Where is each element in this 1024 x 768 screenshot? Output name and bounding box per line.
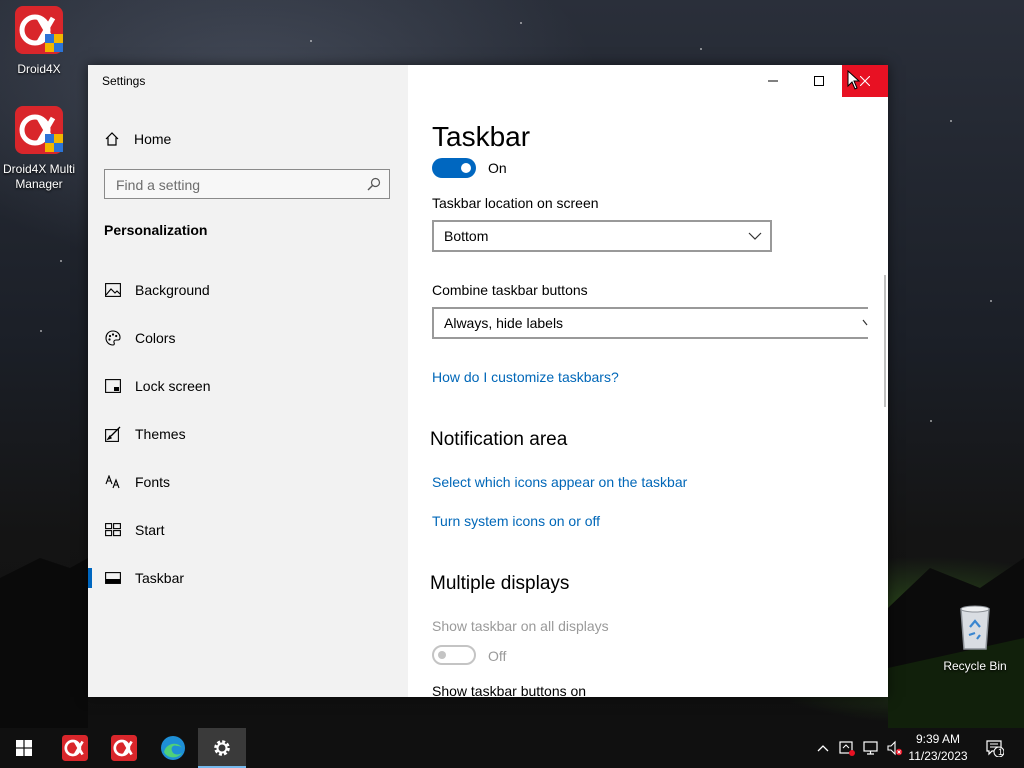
location-value: Bottom xyxy=(444,228,489,244)
taskbar-clock[interactable]: 9:39 AM 11/23/2023 xyxy=(902,731,974,765)
section-title-personalization: Personalization xyxy=(104,222,208,238)
start-icon xyxy=(16,740,32,756)
maximize-button[interactable] xyxy=(796,65,842,97)
taskbar-settings[interactable] xyxy=(198,728,246,768)
themes-brush-icon xyxy=(104,425,122,443)
sidebar-item-themes[interactable]: Themes xyxy=(88,418,408,450)
desktop-icon-label: Recycle Bin xyxy=(943,659,1007,673)
palette-icon xyxy=(104,329,122,347)
taskbar-icon xyxy=(104,569,122,587)
notification-count: 1 xyxy=(998,747,1004,757)
droid4x-icon xyxy=(62,735,88,761)
home-nav-item[interactable]: Home xyxy=(104,129,171,149)
sidebar-item-label: Colors xyxy=(135,330,176,346)
droid4x-multi-manager-icon xyxy=(15,106,63,154)
desktop-icon-label: Droid4X Multi Manager xyxy=(2,162,76,191)
chevron-down-icon xyxy=(862,319,868,326)
sidebar-item-label: Lock screen xyxy=(135,378,211,394)
desktop-icon-droid4x[interactable]: Droid4X xyxy=(1,6,77,77)
droid4x-multi-manager-icon xyxy=(111,735,137,761)
select-icons-link[interactable]: Select which icons appear on the taskbar xyxy=(432,474,687,490)
search-input[interactable]: Find a setting xyxy=(104,169,390,199)
network-button[interactable] xyxy=(860,728,882,768)
search-placeholder: Find a setting xyxy=(116,177,201,193)
desktop-icon-recycle-bin[interactable]: Recycle Bin xyxy=(937,603,1013,674)
sidebar-item-label: Themes xyxy=(135,426,186,442)
fonts-icon xyxy=(104,473,122,491)
tray-app-icon xyxy=(839,741,855,756)
home-icon xyxy=(105,132,119,146)
window-title: Settings xyxy=(102,74,146,88)
taskbar-edge[interactable] xyxy=(149,728,197,768)
settings-content: Taskbar On Taskbar location on screen Bo… xyxy=(408,65,888,697)
show-buttons-on-label: Show taskbar buttons on xyxy=(432,683,587,697)
sidebar-item-background[interactable]: Background xyxy=(88,274,408,306)
toggle-knob xyxy=(461,163,471,173)
settings-window[interactable]: Settings Home Find a setting Personaliza… xyxy=(88,65,888,697)
toggle-knob xyxy=(438,651,446,659)
windows-taskbar: 9:39 AM 11/23/2023 1 xyxy=(0,728,1024,768)
show-hidden-icons-button[interactable] xyxy=(812,728,834,768)
taskbar-droid4x[interactable] xyxy=(51,728,99,768)
customize-taskbars-link[interactable]: How do I customize taskbars? xyxy=(432,369,619,385)
volume-muted-icon xyxy=(887,740,903,756)
location-label: Taskbar location on screen xyxy=(432,195,599,211)
sidebar-item-label: Background xyxy=(135,282,210,298)
taskbar-lock-toggle[interactable] xyxy=(432,158,476,178)
network-icon xyxy=(863,741,878,755)
sidebar-item-start[interactable]: Start xyxy=(88,514,408,546)
tray-app-button[interactable] xyxy=(836,728,858,768)
home-label: Home xyxy=(134,131,172,147)
chevron-up-icon xyxy=(817,745,829,752)
clock-date: 11/23/2023 xyxy=(908,749,968,763)
combine-label: Combine taskbar buttons xyxy=(432,282,588,298)
maximize-icon xyxy=(814,76,824,86)
desktop-icon-label: Droid4X xyxy=(17,62,61,76)
chevron-down-icon xyxy=(748,232,762,240)
selection-indicator xyxy=(88,568,92,588)
recycle-bin-icon xyxy=(960,605,990,650)
location-dropdown[interactable]: Bottom xyxy=(432,220,772,252)
clock-time: 9:39 AM xyxy=(915,732,961,746)
scrollbar[interactable] xyxy=(884,275,886,407)
action-center-button[interactable]: 1 xyxy=(980,728,1010,768)
search-icon xyxy=(367,177,381,191)
multiple-displays-heading: Multiple displays xyxy=(430,573,570,594)
settings-sidebar: Settings Home Find a setting Personaliza… xyxy=(88,65,408,697)
page-title: Taskbar xyxy=(432,121,531,152)
edge-icon xyxy=(161,736,185,760)
minimize-icon xyxy=(768,80,778,82)
settings-gear-icon xyxy=(214,740,230,756)
close-icon xyxy=(860,76,870,86)
toggle-state-label: Off xyxy=(488,648,507,664)
show-all-displays-toggle[interactable] xyxy=(432,645,476,665)
sidebar-item-colors[interactable]: Colors xyxy=(88,322,408,354)
taskbar-droid4x-multi-manager[interactable] xyxy=(100,728,148,768)
picture-icon xyxy=(104,281,122,299)
combine-dropdown[interactable]: Always, hide labels xyxy=(432,307,868,339)
combine-value: Always, hide labels xyxy=(444,315,564,331)
desktop-icon-droid4x-multi-manager[interactable]: Droid4X Multi Manager xyxy=(1,106,77,192)
droid4x-icon xyxy=(15,6,63,54)
toggle-state-label: On xyxy=(488,160,507,176)
mouse-cursor-icon xyxy=(847,70,861,90)
start-layout-icon xyxy=(104,521,122,539)
minimize-button[interactable] xyxy=(750,65,796,97)
sidebar-item-label: Taskbar xyxy=(135,570,185,586)
sidebar-item-label: Fonts xyxy=(135,474,171,490)
sidebar-item-fonts[interactable]: Fonts xyxy=(88,466,408,498)
sidebar-item-label: Start xyxy=(135,522,165,538)
sidebar-item-lock-screen[interactable]: Lock screen xyxy=(88,370,408,402)
lock-screen-icon xyxy=(104,377,122,395)
notification-area-heading: Notification area xyxy=(430,429,568,450)
system-icons-link[interactable]: Turn system icons on or off xyxy=(432,513,600,529)
sidebar-item-taskbar[interactable]: Taskbar xyxy=(88,562,408,594)
start-button[interactable] xyxy=(0,728,48,768)
show-all-displays-label: Show taskbar on all displays xyxy=(432,618,609,634)
